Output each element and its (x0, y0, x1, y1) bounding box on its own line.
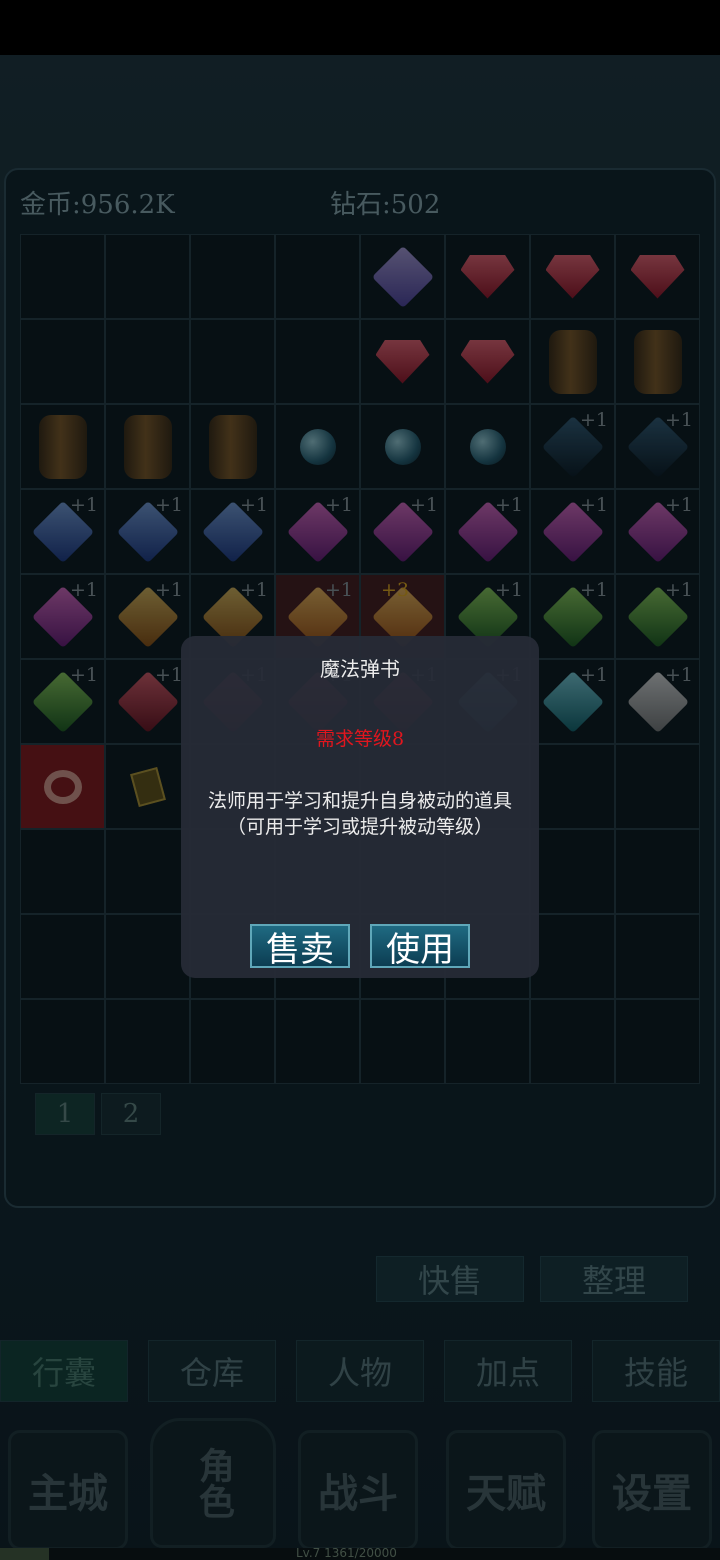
item-description-line-2: （可用于学习或提升被动等级） (226, 816, 493, 838)
item-description-line-1: 法师用于学习和提升自身被动的道具 (207, 790, 512, 812)
item-detail-dialog: 魔法弹书 需求等级8 法师用于学习和提升自身被动的道具 （可用于学习或提升被动等… (181, 636, 539, 978)
item-description: 法师用于学习和提升自身被动的道具 （可用于学习或提升被动等级） (181, 788, 539, 840)
item-name: 魔法弹书 (320, 657, 400, 681)
sell-button[interactable]: 售卖 (250, 924, 350, 970)
use-button[interactable]: 使用 (370, 924, 470, 970)
level-requirement: 需求等级8 (315, 728, 405, 750)
